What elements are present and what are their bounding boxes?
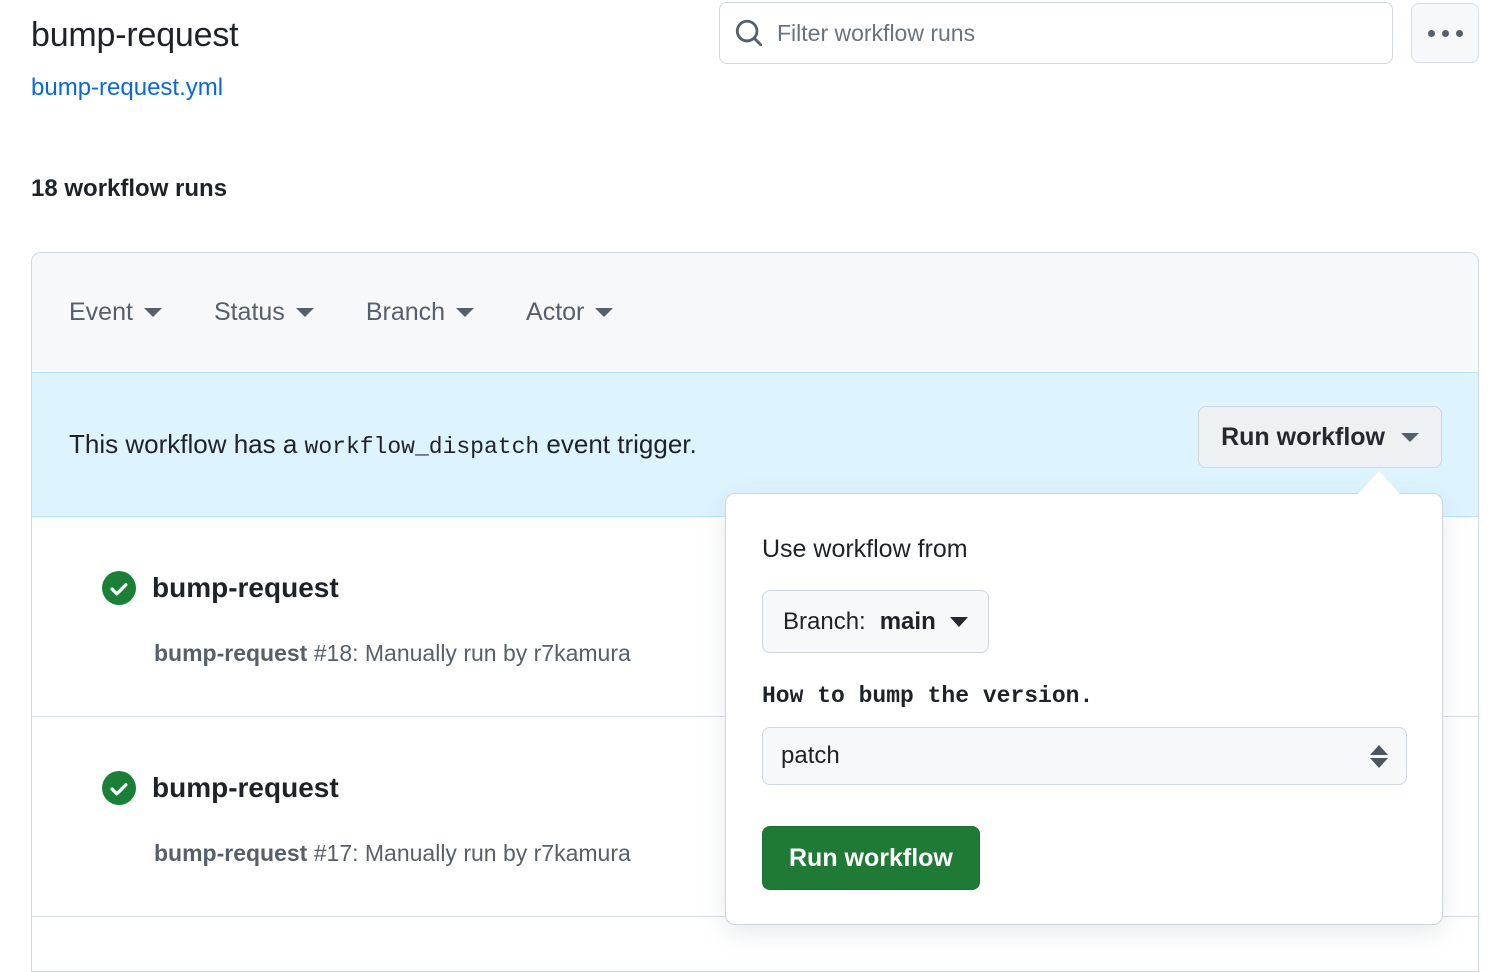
check-circle-fill-icon	[102, 571, 136, 605]
search-input[interactable]	[777, 19, 1378, 47]
filter-branch-label: Branch	[365, 298, 446, 326]
branch-prefix-label: Branch:	[783, 607, 866, 635]
chevron-down-icon	[1401, 432, 1419, 442]
run-subtitle-rest: #18: Manually run by r7kamura	[313, 640, 631, 666]
run-row-header: bump-request	[102, 571, 339, 605]
run-subtitle-workflow: bump-request	[154, 840, 308, 866]
kebab-dot	[1427, 29, 1435, 37]
branch-name-label: main	[879, 607, 936, 635]
chevron-down-icon	[456, 308, 475, 317]
dispatch-banner-text: This workflow has a workflow_dispatch ev…	[69, 429, 697, 460]
run-subtitle: bump-request #18: Manually run by r7kamu…	[154, 640, 631, 667]
chevron-down-icon	[949, 616, 968, 627]
workflow-runs-count: 18 workflow runs	[31, 175, 228, 202]
run-workflow-dropdown-label: Run workflow	[1221, 422, 1385, 451]
filter-actor[interactable]: Actor	[526, 298, 614, 327]
run-title: bump-request	[152, 772, 339, 803]
search-box[interactable]	[719, 2, 1393, 64]
overflow-menu-button[interactable]	[1411, 3, 1479, 63]
dispatch-text-after: event trigger.	[546, 429, 697, 459]
bump-version-select[interactable]: patch	[762, 727, 1407, 785]
run-title: bump-request	[152, 572, 339, 603]
popover-caret-icon	[1358, 471, 1400, 494]
dispatch-event-code: workflow_dispatch	[304, 434, 540, 460]
run-subtitle: bump-request #17: Manually run by r7kamu…	[154, 840, 631, 867]
page-title: bump-request	[31, 16, 239, 54]
filter-event[interactable]: Event	[69, 298, 162, 327]
filter-status-label: Status	[213, 298, 285, 326]
branch-selector-button[interactable]: Branch: main	[762, 590, 989, 653]
table-row[interactable]	[32, 917, 1478, 971]
filter-event-label: Event	[69, 298, 133, 326]
chevron-down-icon	[595, 308, 614, 317]
filter-branch[interactable]: Branch	[365, 298, 475, 327]
select-stepper-icon	[1370, 744, 1388, 768]
chevron-down-icon	[295, 308, 314, 317]
chevron-down-icon	[143, 308, 162, 317]
filter-status[interactable]: Status	[214, 298, 314, 327]
run-subtitle-rest: #17: Manually run by r7kamura	[313, 840, 631, 866]
workflow-file-link[interactable]: bump-request.yml	[31, 74, 223, 102]
kebab-dot	[1441, 29, 1449, 37]
run-workflow-submit-button[interactable]: Run workflow	[762, 826, 980, 890]
dispatch-text-before: This workflow has a	[69, 429, 298, 459]
run-subtitle-workflow: bump-request	[154, 640, 308, 666]
page-header: bump-request bump-request.yml	[0, 0, 1509, 140]
run-row-header: bump-request	[102, 771, 339, 805]
kebab-dot	[1455, 29, 1463, 37]
bump-version-selected-value: patch	[781, 742, 840, 769]
search-icon	[735, 19, 763, 47]
use-workflow-from-label: Use workflow from	[762, 535, 968, 563]
run-workflow-popover: Use workflow from Branch: main How to bu…	[725, 493, 1443, 925]
check-circle-fill-icon	[102, 771, 136, 805]
filter-actor-label: Actor	[526, 298, 585, 326]
run-workflow-dropdown-button[interactable]: Run workflow	[1198, 406, 1442, 468]
bump-version-input-label: How to bump the version.	[762, 683, 1094, 709]
filter-bar: Event Status Branch Actor	[32, 253, 1478, 372]
